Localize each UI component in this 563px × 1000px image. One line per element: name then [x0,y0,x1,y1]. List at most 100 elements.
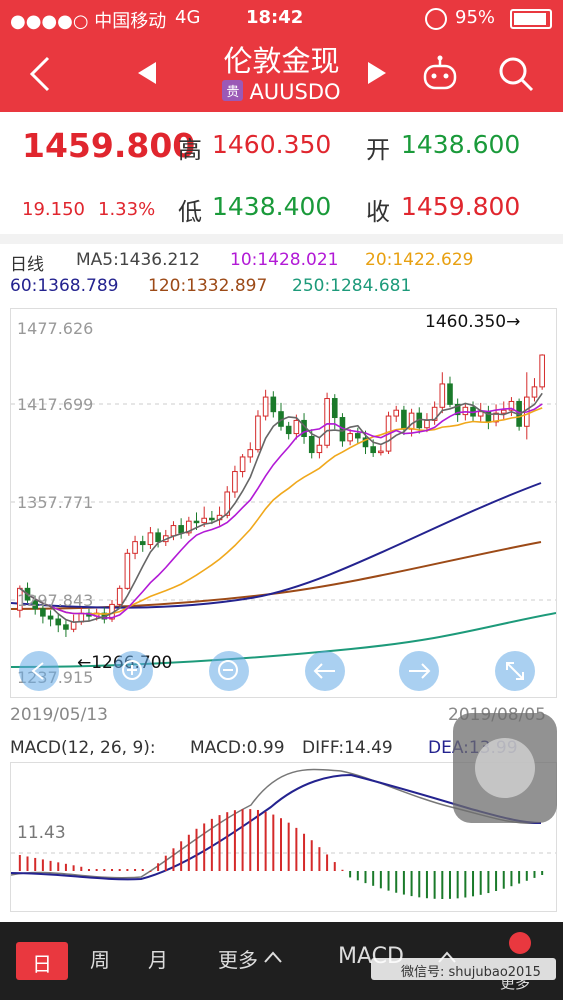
macd-bar [441,871,444,899]
macd-bar [141,869,144,871]
more-button[interactable]: 更多 [500,972,530,993]
macd-bar [280,818,282,871]
candle [508,397,515,417]
candle-body [239,456,246,473]
scroll-right-button[interactable] [399,651,439,691]
macd-bar [287,822,290,871]
search-icon[interactable] [496,54,536,94]
candle [116,585,123,606]
open-label: 开 [366,136,390,164]
candle [485,405,492,430]
macd-bar [356,871,359,881]
candle-body [439,383,446,408]
macd-bar [26,856,29,871]
macd-bar [418,871,421,898]
candle [109,600,115,622]
candle-body [124,552,131,589]
macd-bar [479,871,482,895]
zoom-out-button[interactable] [209,651,249,691]
high-value: 1460.350 [212,130,332,159]
candle-body [116,587,123,605]
candle-body [378,450,384,454]
candle-body [424,419,430,429]
macd-bar [218,815,221,871]
macd-value: MACD:0.99 [190,738,285,758]
macd-bar [525,871,528,881]
macd-bar [341,869,344,871]
robot-icon[interactable] [420,54,460,94]
candle [132,535,138,560]
candle [447,376,453,408]
tab-week[interactable]: 周 [90,944,110,973]
y-axis-label: 1357.771 [17,493,94,512]
macd-bar [226,812,229,871]
scroll-left-button[interactable] [305,651,345,691]
section-divider [0,234,563,244]
candle-body [209,517,215,521]
macd-bar [34,857,37,871]
candle-body [462,406,469,416]
candle-body [293,419,300,435]
carrier-signal: ●●●●○ 中国移动 [10,11,167,32]
macd-bar [233,810,236,871]
tab-month[interactable]: 月 [148,944,168,973]
macd-bar [18,855,21,871]
candle-body [324,398,330,446]
candle-body [247,449,254,458]
change-percent: 1.33% [98,199,156,220]
chevron-up-icon[interactable] [262,948,284,966]
macd-bar [256,809,259,871]
candle [439,372,446,414]
candle-body [393,409,400,417]
candle [355,427,361,444]
diff-value: DIFF:14.49 [302,738,393,758]
battery-icon [510,9,552,29]
candle [316,436,323,459]
candle [186,516,192,536]
candle-body [201,517,207,524]
candle-body [147,532,154,546]
macd-bar [349,871,352,878]
y-axis-label: 1477.626 [17,319,94,338]
macd-bar [448,871,451,899]
candle [347,429,353,446]
candle [255,410,261,453]
macd-bar [333,862,336,871]
ma10-line [19,403,543,619]
macd-bar [49,860,52,871]
tab-day-label: 日 [32,952,52,976]
tab-day[interactable]: 日 [16,942,68,980]
candle [262,389,269,421]
zoom-in-button[interactable] [113,651,153,691]
macd-bar [395,871,398,893]
candle-body [331,398,338,419]
candle [70,614,77,633]
more-periods-button[interactable]: 更多 [218,944,258,973]
candle [178,518,184,539]
candle [216,506,223,526]
quote-panel: 1459.800 高 1460.350 开 1438.600 19.150 1.… [0,112,563,234]
kline-chart[interactable]: 1477.626 1417.699 1357.771 1297.843 1237… [10,308,557,698]
candle [523,372,530,440]
fullscreen-button[interactable] [495,651,535,691]
candle [454,398,461,422]
macd-bar [372,871,375,886]
last-price: 1459.800 [22,126,196,165]
macd-bar [425,871,428,899]
candle-body [139,541,146,546]
candle [278,402,284,431]
bottom-toolbar: 日 周 月 更多 MACD 微信号: shujubao2015 更多 [0,922,563,1000]
macd-bar [264,811,267,871]
low-value: 1438.400 [212,192,332,221]
macd-bar [80,866,83,871]
candle-body [255,415,261,451]
macd-bar [111,869,114,871]
move-left-start-button[interactable] [19,651,59,691]
close-label: 收 [366,198,390,226]
macd-bar [241,809,244,871]
candle-body [132,541,138,554]
assistive-touch-button[interactable] [453,713,557,823]
settings-dot-icon[interactable] [509,932,531,954]
next-symbol-button[interactable] [366,60,388,86]
candle-body [270,396,277,413]
